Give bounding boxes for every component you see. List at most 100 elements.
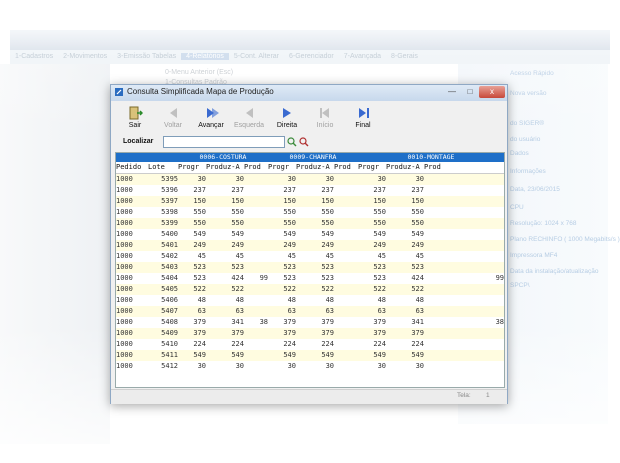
table-row[interactable]: 1000 5405 522 522 522 522 522 522 — [116, 284, 504, 295]
table-cell — [424, 295, 504, 306]
table-cell: 224 — [296, 339, 334, 350]
table-row[interactable]: 1000 5406 48 48 48 48 48 48 — [116, 295, 504, 306]
column-header[interactable]: Progr — [178, 162, 206, 174]
search-label: Localizar — [123, 138, 154, 145]
table-row[interactable]: 1000 5399 550 550 550 550 550 550 — [116, 218, 504, 229]
toolbar-button-direita[interactable]: Direita — [267, 104, 307, 132]
column-header[interactable]: Produz-A — [206, 162, 244, 174]
table-cell: 550 — [178, 207, 206, 218]
column-header[interactable]: Produz-A — [296, 162, 334, 174]
table-row[interactable]: 1000 5404 523 424 99 523 523 523 424 99 — [116, 273, 504, 284]
table-cell: 5405 — [148, 284, 178, 295]
table-cell — [244, 185, 268, 196]
table-cell: 379 — [178, 328, 206, 339]
table-cell — [244, 361, 268, 372]
table-cell — [424, 361, 504, 372]
column-header[interactable]: Progr — [358, 162, 386, 174]
production-grid[interactable]: 0006-COSTURA 0009-CHANFRA 0010-MONTAGE Pedi… — [115, 152, 505, 388]
column-header[interactable]: Progr — [268, 162, 296, 174]
table-cell: 99 — [244, 273, 268, 284]
table-cell: 550 — [206, 218, 244, 229]
table-cell — [424, 262, 504, 273]
table-cell: 523 — [178, 262, 206, 273]
table-row[interactable]: 1000 5401 249 249 249 249 249 249 — [116, 240, 504, 251]
table-cell — [424, 251, 504, 262]
table-cell: 45 — [358, 251, 386, 262]
table-cell: 63 — [206, 306, 244, 317]
table-cell: 48 — [268, 295, 296, 306]
table-row[interactable]: 1000 5408 379 341 38 379 379 379 341 38 — [116, 317, 504, 328]
table-cell: 237 — [296, 185, 334, 196]
table-cell — [334, 173, 358, 185]
table-row[interactable]: 1000 5395 30 30 30 30 30 30 — [116, 173, 504, 185]
table-cell: 150 — [296, 196, 334, 207]
toolbar-button-final[interactable]: Final — [343, 104, 383, 132]
table-cell — [334, 251, 358, 262]
table-row[interactable]: 1000 5397 150 150 150 150 150 150 — [116, 196, 504, 207]
table-cell: 379 — [386, 328, 424, 339]
table-cell — [424, 339, 504, 350]
table-cell: 5398 — [148, 207, 178, 218]
table-cell — [244, 240, 268, 251]
toolbar-button-label: Avançar — [198, 122, 224, 129]
column-header[interactable]: Prod — [424, 162, 504, 174]
table-row[interactable]: 1000 5403 523 523 523 523 523 523 — [116, 262, 504, 273]
group-header-cell: 0009-CHANFRA — [268, 153, 358, 162]
toolbar-button-sair[interactable]: Sair — [115, 104, 155, 132]
table-cell: 549 — [178, 350, 206, 361]
table-cell: 549 — [358, 229, 386, 240]
table-cell: 150 — [386, 196, 424, 207]
table-row[interactable]: 1000 5410 224 224 224 224 224 224 — [116, 339, 504, 350]
search-go-icon[interactable] — [287, 137, 297, 147]
table-cell: 1000 — [116, 306, 148, 317]
table-row[interactable]: 1000 5411 549 549 549 549 549 549 — [116, 350, 504, 361]
table-cell: 1000 — [116, 262, 148, 273]
toolbar-button-esquerda[interactable]: Esquerda — [229, 104, 269, 132]
table-cell: 5404 — [148, 273, 178, 284]
table-cell: 1000 — [116, 328, 148, 339]
search-input[interactable] — [163, 136, 285, 148]
close-button[interactable]: x — [479, 86, 505, 98]
table-cell: 5411 — [148, 350, 178, 361]
table-row[interactable]: 1000 5412 30 30 30 30 30 30 — [116, 361, 504, 372]
column-header[interactable]: Produz-A — [386, 162, 424, 174]
table-cell — [424, 284, 504, 295]
table-row[interactable]: 1000 5409 379 379 379 379 379 379 — [116, 328, 504, 339]
table-row[interactable]: 1000 5400 549 549 549 549 549 549 — [116, 229, 504, 240]
toolbar-button-voltar[interactable]: Voltar — [153, 104, 193, 132]
toolbar-button-início[interactable]: Início — [305, 104, 345, 132]
table-row[interactable]: 1000 5402 45 45 45 45 45 45 — [116, 251, 504, 262]
table-cell: 1000 — [116, 240, 148, 251]
toolbar-button-avançar[interactable]: Avançar — [191, 104, 231, 132]
table-cell: 1000 — [116, 229, 148, 240]
column-header[interactable]: Prod — [244, 162, 268, 174]
table-row[interactable]: 1000 5398 550 550 550 550 550 550 — [116, 207, 504, 218]
table-cell: 224 — [178, 339, 206, 350]
table-cell: 45 — [296, 251, 334, 262]
production-table: 0006-COSTURA 0009-CHANFRA 0010-MONTAGE Pedi… — [116, 153, 504, 372]
toolbar-button-label: Sair — [128, 122, 142, 129]
table-cell: 224 — [358, 339, 386, 350]
table-cell: 550 — [268, 218, 296, 229]
table-cell: 522 — [386, 284, 424, 295]
table-cell: 63 — [358, 306, 386, 317]
table-cell: 63 — [296, 306, 334, 317]
table-cell: 38 — [244, 317, 268, 328]
table-cell: 550 — [296, 207, 334, 218]
table-cell: 48 — [358, 295, 386, 306]
search-clear-icon[interactable] — [299, 137, 309, 147]
table-cell: 523 — [268, 262, 296, 273]
maximize-button[interactable]: □ — [461, 86, 479, 98]
minimize-button[interactable]: — — [443, 86, 461, 98]
column-header[interactable]: Prod — [334, 162, 358, 174]
column-header[interactable]: Lote — [148, 162, 178, 174]
column-header[interactable]: Pedido — [116, 162, 148, 174]
table-cell: 30 — [268, 173, 296, 185]
table-row[interactable]: 1000 5396 237 237 237 237 237 237 — [116, 185, 504, 196]
table-cell — [244, 328, 268, 339]
table-row[interactable]: 1000 5407 63 63 63 63 63 63 — [116, 306, 504, 317]
table-cell: 549 — [296, 229, 334, 240]
table-cell: 30 — [268, 361, 296, 372]
table-cell — [334, 207, 358, 218]
table-cell: 549 — [268, 350, 296, 361]
